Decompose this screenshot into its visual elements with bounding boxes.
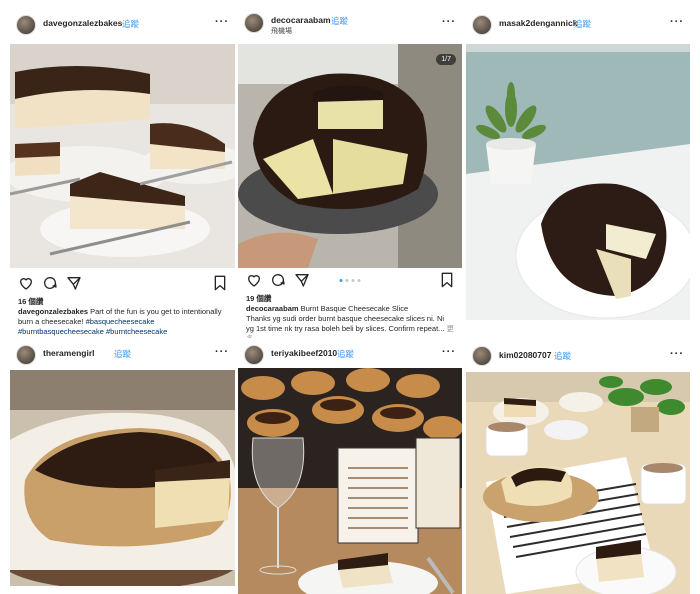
heart-icon[interactable] (18, 275, 34, 291)
post-header: davegonzalezbakes 追蹤 ··· (10, 8, 235, 42)
share-icon[interactable] (294, 272, 310, 288)
post-photo[interactable] (238, 368, 462, 594)
post-3: masak2dengannick 追蹤 ··· (466, 8, 690, 338)
more-options-icon[interactable]: ··· (215, 346, 229, 358)
carousel-dots (339, 279, 361, 282)
likes-count: 16 個讚 (18, 297, 44, 306)
avatar[interactable] (244, 13, 264, 33)
carousel-dot[interactable] (339, 279, 343, 282)
username[interactable]: masak2dengannick (499, 18, 577, 28)
follow-button[interactable]: 追蹤 (574, 18, 591, 30)
avatar[interactable] (244, 345, 264, 365)
heart-icon[interactable] (246, 272, 262, 288)
post-2: decocaraabam 追蹤 飛機場 ··· 1/7 19 個讚 decoca… (238, 8, 462, 343)
image-counter: 1/7 (436, 54, 456, 65)
bookmark-icon[interactable] (213, 275, 227, 291)
post-1: davegonzalezbakes 追蹤 ··· 16 個讚 davegonza… (10, 8, 235, 338)
post-photo[interactable] (466, 372, 690, 594)
bookmark-icon[interactable] (440, 272, 454, 288)
more-options-icon[interactable]: ··· (442, 16, 456, 28)
follow-button[interactable]: 追蹤 (337, 348, 354, 360)
post-header: theramengirl 追蹤 ··· (10, 338, 235, 372)
post-photo[interactable]: 1/7 (238, 44, 462, 268)
username[interactable]: kim02080707 (499, 350, 551, 360)
post-actions (10, 273, 235, 295)
caption-text-line2: Thanks yg sudi order burnt basque cheese… (246, 314, 445, 333)
follow-button[interactable]: 追蹤 (114, 348, 131, 360)
post-header: masak2dengannick 追蹤 ··· (466, 8, 690, 42)
more-options-icon[interactable]: ··· (670, 348, 684, 360)
likes-count: 19 個讚 (246, 294, 272, 303)
more-options-icon[interactable]: ··· (215, 16, 229, 28)
avatar[interactable] (472, 15, 492, 35)
avatar[interactable] (16, 15, 36, 35)
post-photo[interactable] (10, 44, 235, 268)
follow-button[interactable]: 追蹤 (122, 18, 139, 30)
comment-icon[interactable] (42, 275, 58, 291)
follow-button[interactable]: 追蹤 (554, 350, 571, 362)
post-header: kim02080707 追蹤 ··· (466, 338, 690, 372)
share-icon[interactable] (66, 275, 82, 291)
post-5: teriyakibeef2010 追蹤 ··· (238, 338, 462, 594)
username[interactable]: davegonzalezbakes (43, 18, 122, 28)
post-actions (238, 270, 462, 292)
post-header: decocaraabam 追蹤 飛機場 ··· (238, 8, 462, 42)
carousel-dot[interactable] (351, 279, 355, 282)
avatar[interactable] (472, 346, 492, 366)
avatar[interactable] (16, 345, 36, 365)
username[interactable]: theramengirl (43, 348, 95, 358)
caption: davegonzalezbakes Part of the fun is you… (18, 307, 227, 337)
post-4: theramengirl 追蹤 ··· (10, 338, 235, 594)
follow-button[interactable]: 追蹤 (331, 15, 348, 27)
post-photo[interactable] (466, 44, 690, 320)
carousel-dot[interactable] (357, 279, 361, 282)
username[interactable]: decocaraabam (271, 15, 331, 25)
caption-text: Burnt Basque Cheesecake Slice (300, 304, 409, 313)
post-photo[interactable] (10, 370, 235, 586)
more-options-icon[interactable]: ··· (670, 16, 684, 28)
caption-username[interactable]: decocaraabam (246, 304, 299, 313)
location[interactable]: 飛機場 (271, 26, 292, 36)
post-header: teriyakibeef2010 追蹤 ··· (238, 338, 462, 372)
username[interactable]: teriyakibeef2010 (271, 348, 337, 358)
carousel-dot[interactable] (345, 279, 349, 282)
post-6: kim02080707 追蹤 ··· (466, 338, 690, 594)
more-options-icon[interactable]: ··· (442, 346, 456, 358)
comment-icon[interactable] (270, 272, 286, 288)
caption-username[interactable]: davegonzalezbakes (18, 307, 88, 316)
